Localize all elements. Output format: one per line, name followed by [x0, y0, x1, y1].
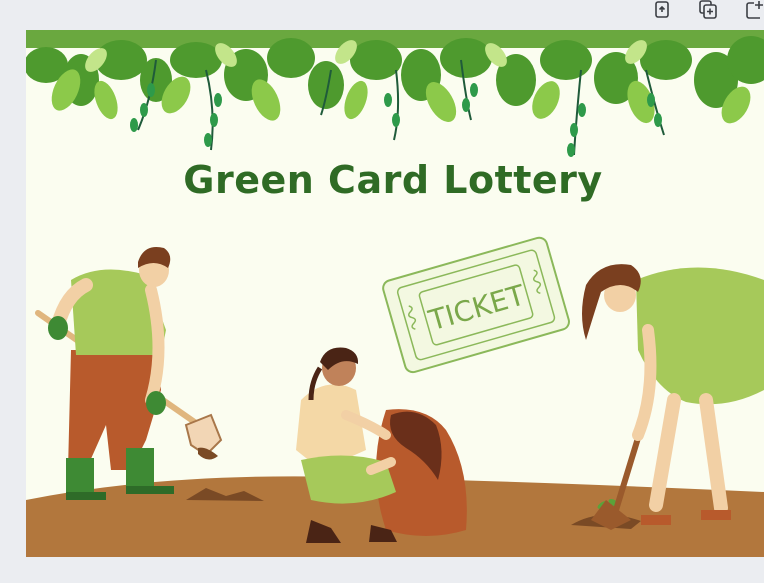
- duplicate-page-button[interactable]: [698, 0, 718, 20]
- lock-page-button[interactable]: [652, 0, 672, 20]
- lock-icon: [655, 1, 669, 18]
- add-page-button[interactable]: [744, 0, 764, 20]
- duplicate-page-icon: [699, 0, 717, 19]
- ticket-illustration: TICKET: [382, 236, 570, 374]
- design-title[interactable]: Green Card Lottery: [26, 158, 760, 202]
- page-toolbar: [634, 0, 764, 22]
- illustration: TICKET: [26, 30, 764, 557]
- add-page-icon: [746, 1, 763, 19]
- person-with-shovel: [35, 246, 223, 500]
- design-canvas[interactable]: TICKET Green Card Lottery: [26, 30, 764, 557]
- leaf-garland: [26, 30, 764, 157]
